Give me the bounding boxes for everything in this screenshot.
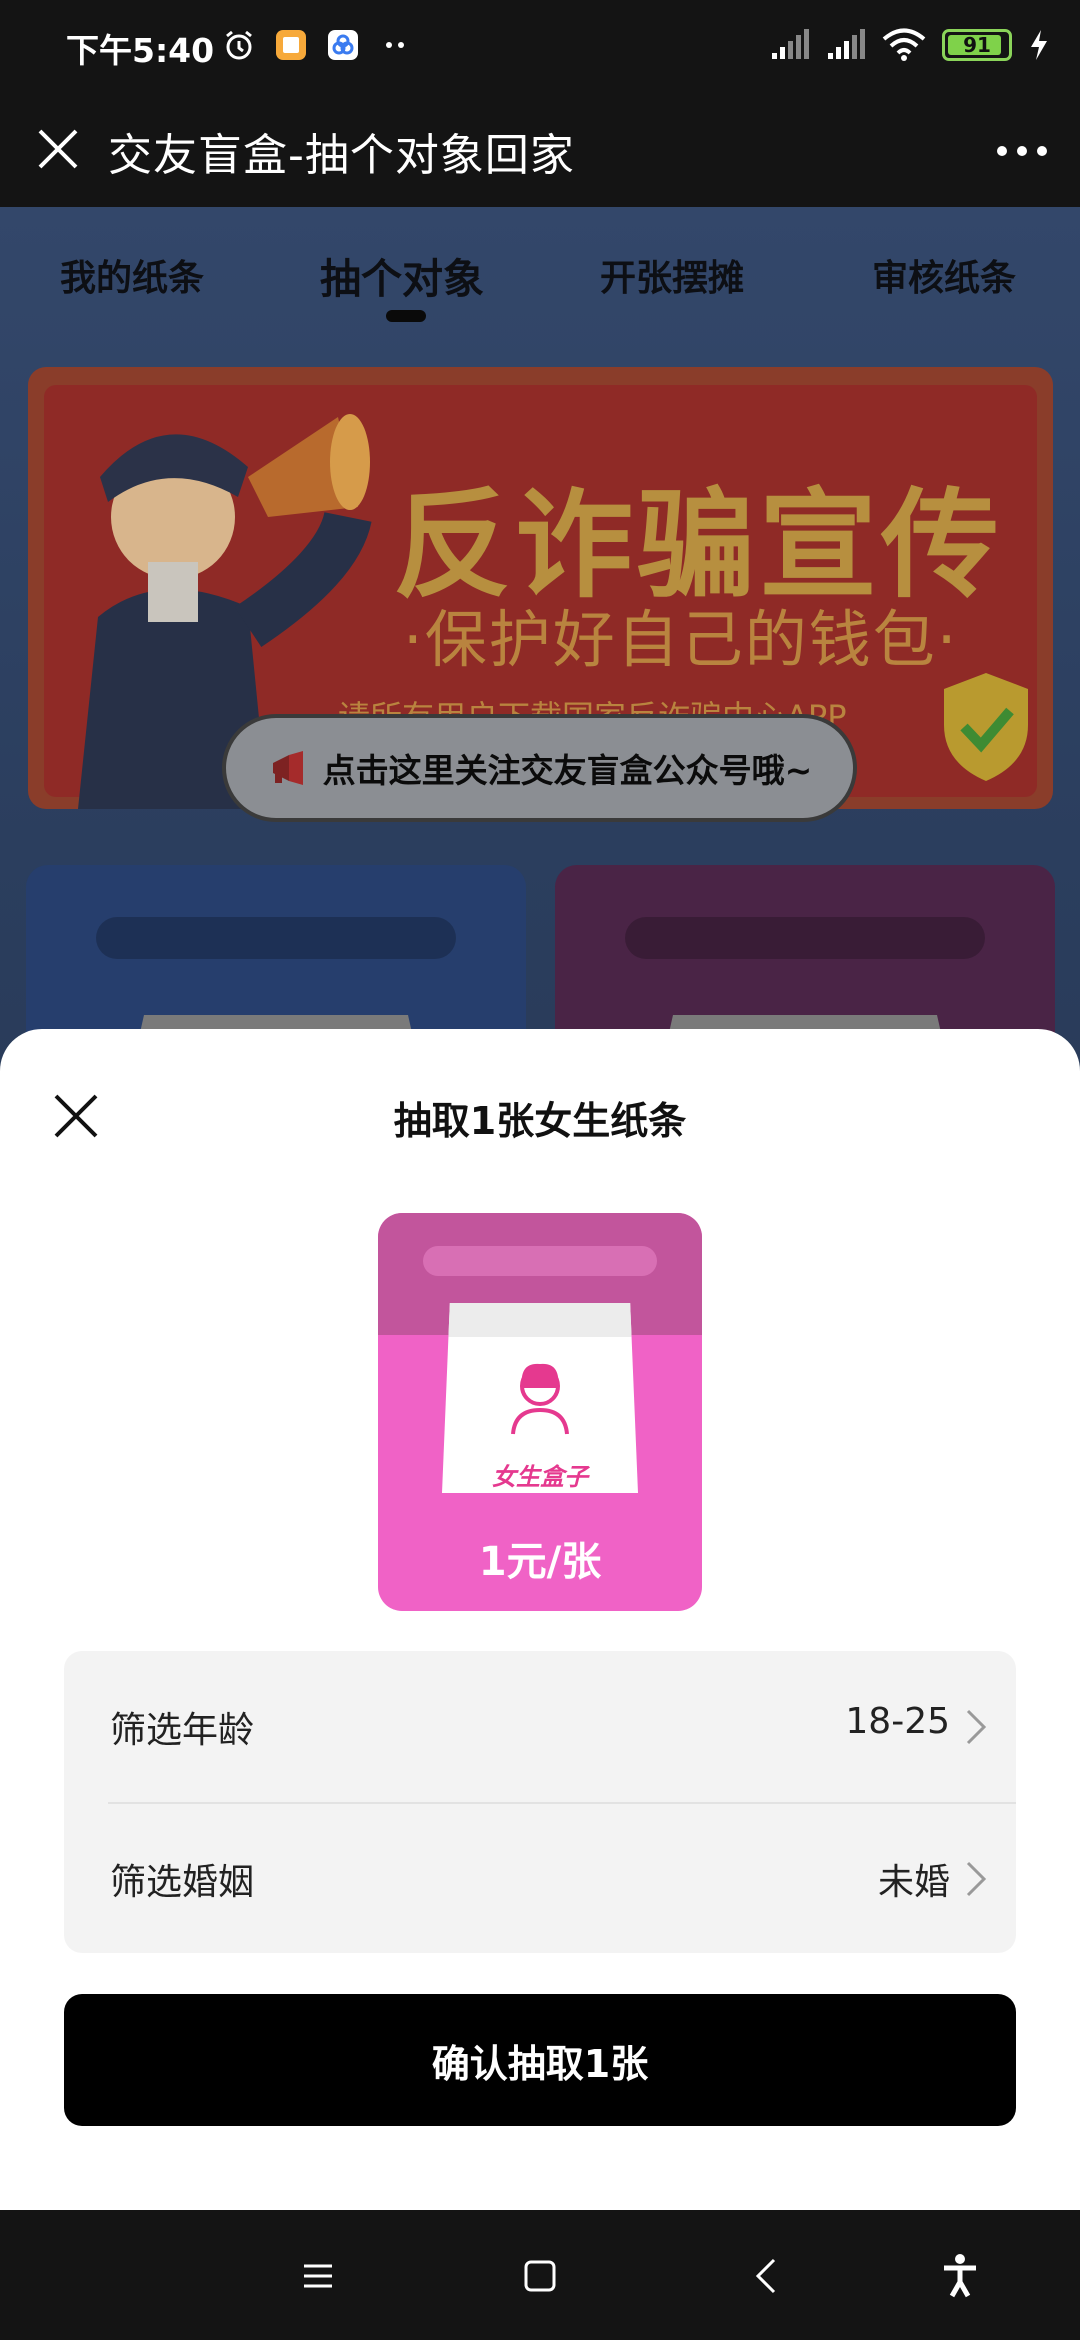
- filter-age-value: 18-25: [845, 1701, 950, 1742]
- tab-review-notes[interactable]: 审核纸条: [872, 249, 1016, 301]
- page-title: 交友盲盒-抽个对象回家: [108, 130, 575, 181]
- accessibility-icon[interactable]: [932, 2248, 988, 2304]
- box-slot: [96, 917, 456, 959]
- status-left-icons: [222, 28, 412, 62]
- follow-account-button[interactable]: 点击这里关注交友盲盒公众号哦~: [222, 714, 857, 822]
- home-icon[interactable]: [512, 2248, 568, 2304]
- box-slot: [625, 917, 985, 959]
- box-slot: [423, 1246, 657, 1276]
- screen: 下午5:40 91 交友盲盒-抽个对象回家 我的纸条 抽个对象 开张摆摊 审核纸…: [0, 0, 1080, 2340]
- box-price: 1元/张: [478, 1539, 602, 1585]
- app-header: 交友盲盒-抽个对象回家: [0, 95, 1080, 207]
- system-nav-bar: [0, 2210, 1080, 2340]
- filter-marriage-label: 筛选婚姻: [110, 1862, 255, 1903]
- menu-icon[interactable]: [290, 2248, 346, 2304]
- status-bar: 下午5:40 91: [0, 0, 1080, 95]
- follow-text: 点击这里关注交友盲盒公众号哦~: [322, 751, 813, 790]
- battery-icon: 91: [942, 29, 1012, 61]
- back-icon[interactable]: [740, 2248, 796, 2304]
- girl-avatar-icon: [511, 1363, 569, 1435]
- signal-icon: [772, 29, 809, 59]
- box-label: 女生盒子: [492, 1463, 588, 1491]
- battery-level: 91: [963, 33, 991, 57]
- chevron-right-icon: [966, 1709, 987, 1745]
- tab-my-notes[interactable]: 我的纸条: [60, 249, 204, 301]
- wifi-icon: [882, 28, 926, 61]
- chevron-right-icon: [966, 1861, 987, 1897]
- filter-marriage-row[interactable]: 筛选婚姻 未婚: [64, 1803, 1016, 1953]
- filter-age-row[interactable]: 筛选年龄 18-25: [64, 1651, 1016, 1801]
- charging-icon: [1031, 30, 1047, 60]
- filter-marriage-value: 未婚: [877, 1862, 950, 1903]
- sheet-title: 抽取1张女生纸条: [393, 1099, 687, 1143]
- girl-box-preview: 女生盒子 1元/张: [378, 1213, 702, 1611]
- more-dots-icon: [386, 42, 404, 48]
- signal-icon: [828, 29, 865, 59]
- megaphone-icon: [272, 751, 303, 785]
- close-icon[interactable]: [30, 121, 86, 177]
- more-dots-icon[interactable]: [994, 131, 1050, 171]
- confirm-draw-button[interactable]: 确认抽取1张: [64, 1994, 1016, 2126]
- notes-app-icon: [276, 30, 306, 60]
- tab-bar: 我的纸条 抽个对象 开张摆摊 审核纸条: [0, 207, 1080, 327]
- tab-indicator: [386, 310, 426, 322]
- tab-draw-partner[interactable]: 抽个对象: [320, 245, 484, 305]
- shield-check-icon: [944, 673, 1028, 781]
- banner-subtitle: ·保护好自己的钱包·: [403, 603, 959, 676]
- filter-panel: 筛选年龄 18-25 筛选婚姻 未婚: [64, 1651, 1016, 1953]
- status-time: 下午5:40: [66, 31, 215, 70]
- tab-open-stall[interactable]: 开张摆摊: [600, 249, 744, 301]
- status-right-icons: 91: [770, 28, 1050, 62]
- box-cards: [0, 857, 1080, 1095]
- cloud-app-icon: [328, 30, 358, 60]
- alarm-icon: [226, 30, 252, 60]
- filter-age-label: 筛选年龄: [110, 1710, 255, 1751]
